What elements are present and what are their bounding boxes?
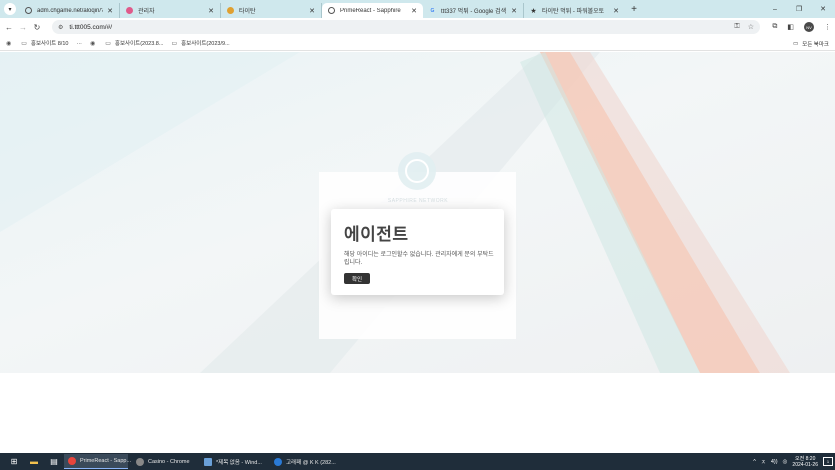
bookmark-folder-2[interactable]: ▭ 홍보사이트(2023.8... [105, 39, 164, 48]
logo-icon [405, 159, 429, 183]
extensions-icon[interactable]: ⧉ [772, 23, 777, 31]
task-label: PrimeReact - Sapp... [80, 458, 132, 464]
task-view-icon[interactable]: ▤ [48, 456, 60, 468]
tray-language[interactable]: ㅈ [761, 458, 766, 466]
windows-start-icon[interactable]: ⊞ [8, 456, 20, 468]
dialog-message: 해당 아이디는 로그인할수 없습니다. 관리자에게 문의 부탁드립니다. [344, 252, 494, 266]
bookmark-folder-1[interactable]: ▭ 홍보사이트 8/10 [21, 39, 69, 48]
site-info-icon[interactable]: ⚙ [58, 24, 63, 31]
side-panel-icon[interactable]: ◧ [787, 23, 794, 31]
close-icon[interactable]: ✕ [309, 7, 315, 15]
all-bookmarks[interactable]: ▭ 모든 북마크 [793, 36, 829, 51]
volume-icon[interactable]: 4)) [771, 459, 778, 465]
restore-icon[interactable]: ❐ [787, 0, 811, 18]
new-tab-button[interactable]: + [627, 4, 641, 15]
forward-icon[interactable]: → [16, 23, 30, 32]
task-messenger[interactable]: 고래패 @ K K (282... [270, 454, 336, 469]
clock-time: 오전 8:20 [795, 455, 816, 462]
bookmark-more[interactable]: … [76, 40, 82, 46]
ime-icon[interactable]: ◎ [783, 459, 788, 465]
close-window-icon[interactable]: ✕ [811, 0, 835, 18]
tab-title: adm.chgame.net/aloqin/?qrsc [37, 7, 103, 14]
globe-icon: ◉ [89, 40, 96, 47]
task-label: 고래패 @ K K (282... [286, 459, 336, 466]
bookmark-globe[interactable]: ◉ [6, 40, 15, 47]
bookmark-star-icon[interactable]: ☆ [748, 23, 754, 31]
app-icon [136, 457, 144, 466]
star-favicon-icon: ★ [530, 7, 537, 15]
close-icon[interactable]: ✕ [208, 7, 214, 15]
logo-text: SAPPHIRE NETWORK [387, 198, 449, 204]
bookmarks-bar: ◉ ▭ 홍보사이트 8/10 … ◉ ▭ 홍보사이트(2023.8... ▭ 홍보사이… [0, 36, 835, 51]
bookmark-label: 홍보사이트 8/10 [30, 41, 69, 47]
task-casino-chrome[interactable]: Casino - Chrome [132, 454, 196, 469]
back-icon[interactable]: ← [2, 23, 16, 32]
file-explorer-icon[interactable]: ▬ [28, 456, 40, 468]
all-bookmarks-label: 모든 북마크 [802, 41, 829, 48]
page-blank-area [0, 373, 835, 453]
close-icon[interactable]: ✕ [107, 7, 113, 15]
minimize-icon[interactable]: – [763, 0, 787, 18]
tab-title: ttt337 먹튀 - Google 검색 [441, 9, 507, 15]
titan-favicon-icon [227, 7, 234, 14]
system-tray: ^ ㅈ 4)) ◎ 오전 8:20 2024-01-26 1 [753, 453, 833, 470]
task-notepad[interactable]: *제목 없음 - Wind... [200, 454, 266, 469]
bookmark-folder-3[interactable]: ▭ 홍보사이트(2023/9... [171, 39, 230, 48]
address-bar[interactable]: ⚙ ti.ttt005.com/#/ ⚿ ☆ [52, 20, 760, 34]
tab-1[interactable]: adm.chgame.net/aloqin/?qrsc ✕ [19, 3, 120, 18]
tab-5[interactable]: G ttt337 먹튀 - Google 검색 ✕ [423, 3, 524, 18]
profile-avatar[interactable]: NV [804, 22, 814, 32]
notepad-icon [204, 457, 212, 466]
dialog-title: 에이전트 [344, 225, 409, 244]
close-icon[interactable]: ✕ [511, 7, 517, 15]
clock-date: 2024-01-26 [792, 461, 818, 468]
tab-title: PrimeReact - Sapphire [340, 7, 401, 14]
google-icon: G [430, 7, 435, 14]
tab-6[interactable]: ★ 타이탄 먹튀 - 파워볼오토 ✕ [524, 3, 625, 18]
folder-icon: ▭ [21, 40, 27, 47]
bookmark-label: 홍보사이트(2023/9... [181, 41, 230, 47]
bookmark-label: … [76, 40, 82, 46]
tab-3[interactable]: 타이탄 ✕ [221, 3, 322, 18]
tab-strip: ▾ adm.chgame.net/aloqin/?qrsc ✕ 관리자 ✕ 타이… [0, 0, 835, 18]
tab-search-button[interactable]: ▾ [4, 3, 16, 15]
task-label: *제목 없음 - Wind... [216, 459, 262, 466]
admin-favicon-icon [126, 7, 133, 14]
key-icon[interactable]: ⚿ [734, 23, 739, 31]
close-icon[interactable]: ✕ [613, 7, 619, 15]
tray-chevron-icon[interactable]: ^ [753, 459, 756, 465]
menu-icon[interactable]: ⋮ [824, 23, 831, 31]
tab-2[interactable]: 관리자 ✕ [120, 3, 221, 18]
messenger-icon [274, 457, 282, 466]
clock[interactable]: 오전 8:20 2024-01-26 [792, 456, 818, 468]
notification-icon[interactable]: 1 [823, 457, 833, 466]
folder-icon: ▭ [171, 40, 178, 47]
tab-title: 관리자 [138, 9, 155, 15]
task-label: Casino - Chrome [148, 458, 190, 465]
url-text: ti.ttt005.com/#/ [69, 23, 113, 31]
globe-icon [25, 7, 32, 14]
reload-icon[interactable]: ↻ [30, 23, 44, 32]
page-background: SAPPHIRE NETWORK 에이전트 해당 아이디는 로그인할수 없습니다… [0, 52, 835, 373]
folder-icon: ▭ [792, 40, 799, 47]
globe-icon: ◉ [6, 40, 12, 47]
alert-dialog: 에이전트 해당 아이디는 로그인할수 없습니다. 관리자에게 문의 부탁드립니다… [331, 209, 504, 295]
tab-title: 타이탄 [239, 9, 256, 15]
globe-icon [328, 7, 335, 14]
bookmark-label: 홍보사이트(2023.8... [114, 41, 164, 47]
chevron-down-icon: ▾ [8, 6, 12, 13]
close-icon[interactable]: ✕ [411, 7, 417, 15]
chrome-icon [68, 457, 76, 465]
tab-4-active[interactable]: PrimeReact - Sapphire ✕ [322, 3, 423, 18]
browser-toolbar: ← → ↻ ⚙ ti.ttt005.com/#/ ⚿ ☆ ⧉ ◧ NV ⋮ [0, 18, 835, 36]
task-chrome-primereact[interactable]: PrimeReact - Sapp... [64, 454, 132, 469]
folder-icon: ▭ [105, 40, 111, 47]
windows-taskbar: ⊞ ▬ ▤ PrimeReact - Sapp... Casino - Chro… [0, 453, 835, 470]
confirm-button[interactable]: 확인 [344, 273, 370, 284]
tab-title: 타이탄 먹튀 - 파워볼오토 [542, 9, 605, 15]
bookmark-globe-2[interactable]: ◉ [90, 40, 99, 47]
